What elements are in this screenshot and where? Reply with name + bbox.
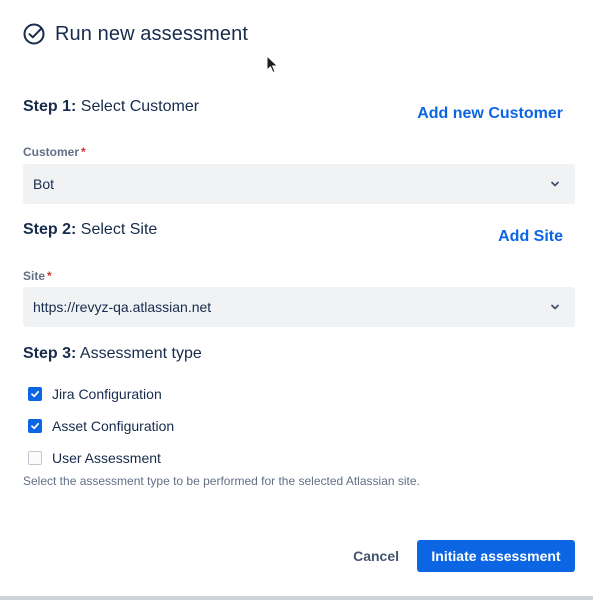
required-indicator: * <box>81 145 86 159</box>
chevron-down-icon <box>551 181 559 187</box>
customer-field-label: Customer * <box>23 145 86 159</box>
asset-configuration-checkbox[interactable] <box>28 419 42 433</box>
asset-configuration-label: Asset Configuration <box>52 418 175 434</box>
run-assessment-dialog: Run new assessment Step 1: Select Custom… <box>0 0 593 600</box>
step1-row: Step 1: Select Customer Add new Customer <box>23 98 575 123</box>
initiate-assessment-button[interactable]: Initiate assessment <box>417 540 575 572</box>
jira-configuration-option[interactable]: Jira Configuration <box>28 384 162 404</box>
asset-configuration-option[interactable]: Asset Configuration <box>28 416 174 436</box>
step2-text: Select Site <box>80 221 158 238</box>
customer-label-text: Customer <box>23 145 80 159</box>
user-assessment-label: User Assessment <box>52 450 161 466</box>
site-label-text: Site <box>23 269 46 283</box>
site-select-value: https://revyz-qa.atlassian.net <box>33 299 212 315</box>
step3-number: Step 3: <box>23 345 77 362</box>
chevron-down-icon <box>551 304 559 310</box>
step2-heading: Step 2: Select Site <box>23 221 157 239</box>
check-circle-icon <box>23 23 45 45</box>
step1-heading: Step 1: Select Customer <box>23 98 199 116</box>
add-site-link[interactable]: Add Site <box>498 228 563 246</box>
user-assessment-checkbox[interactable] <box>28 451 42 465</box>
add-new-customer-link[interactable]: Add new Customer <box>417 105 563 123</box>
modal-bottom-edge <box>0 596 593 600</box>
user-assessment-option[interactable]: User Assessment <box>28 448 161 468</box>
step1-number: Step 1: <box>23 98 77 115</box>
required-indicator: * <box>47 269 52 283</box>
dialog-header: Run new assessment <box>22 20 248 48</box>
jira-configuration-label: Jira Configuration <box>52 386 162 402</box>
step1-text: Select Customer <box>80 98 200 115</box>
cancel-button[interactable]: Cancel <box>343 540 409 572</box>
step3-row: Step 3: Assessment type <box>23 345 575 363</box>
step2-row: Step 2: Select Site Add Site <box>23 221 575 246</box>
step3-text: Assessment type <box>79 345 202 362</box>
jira-configuration-checkbox[interactable] <box>28 387 42 401</box>
checkmark-icon <box>31 422 40 430</box>
step2-number: Step 2: <box>23 221 77 238</box>
customer-select[interactable]: Bot <box>23 164 575 204</box>
dialog-footer: Cancel Initiate assessment <box>343 540 575 572</box>
site-field-label: Site * <box>23 269 52 283</box>
dialog-title: Run new assessment <box>55 22 249 45</box>
checkmark-icon <box>31 390 40 398</box>
mouse-cursor-icon <box>266 55 279 74</box>
step3-heading: Step 3: Assessment type <box>23 345 202 363</box>
assessment-type-help-text: Select the assessment type to be perform… <box>23 474 420 488</box>
customer-select-value: Bot <box>33 176 55 192</box>
site-select[interactable]: https://revyz-qa.atlassian.net <box>23 287 575 327</box>
